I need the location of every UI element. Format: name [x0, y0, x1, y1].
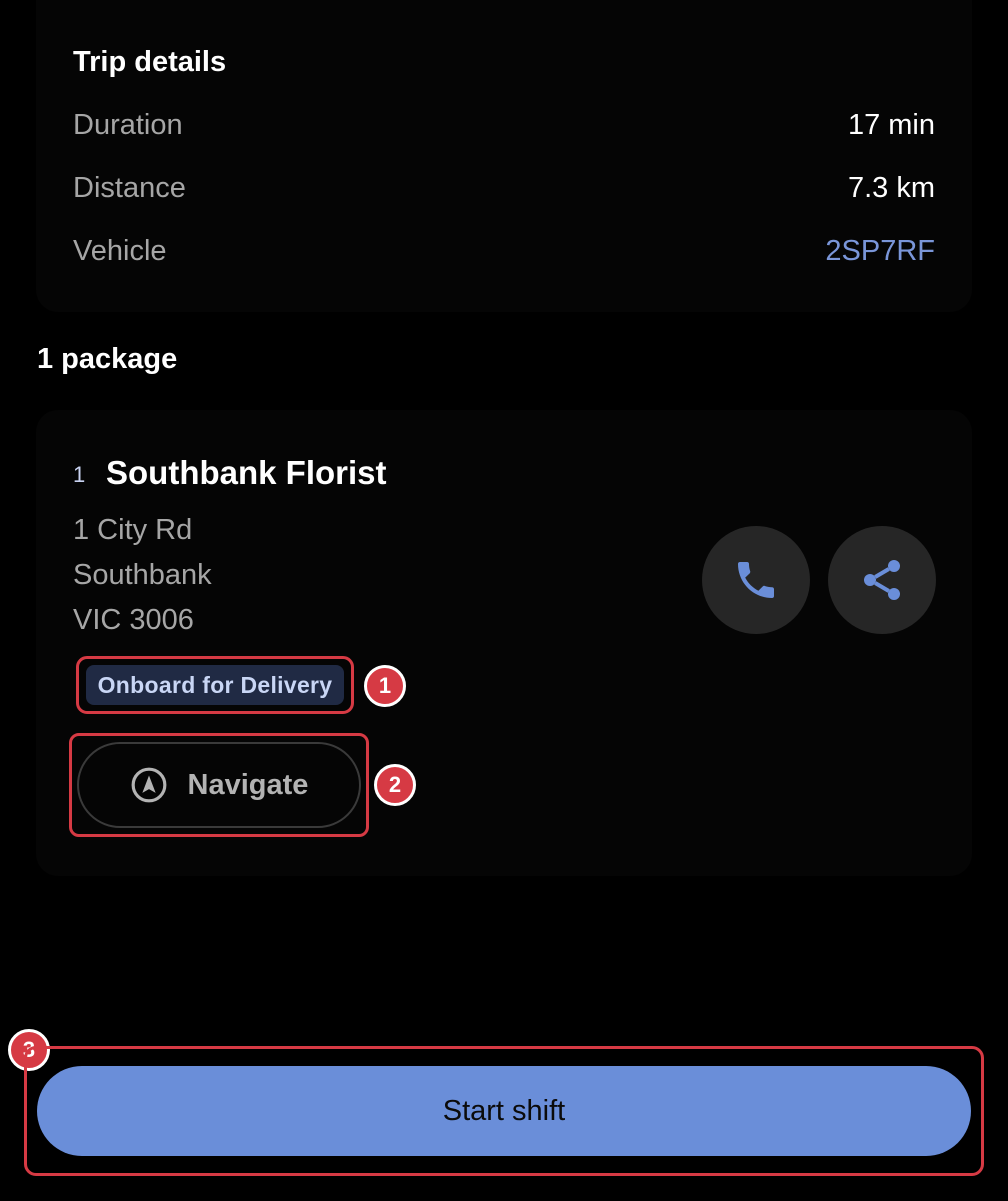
- duration-value: 17 min: [847, 109, 935, 141]
- status-badge: Onboard for Delivery: [86, 665, 344, 705]
- marker-1: 1: [364, 665, 406, 707]
- distance-value: 7.3 km: [847, 172, 935, 204]
- navigate-button[interactable]: Navigate: [77, 742, 361, 828]
- navigation-arrow-icon: [131, 767, 166, 803]
- start-shift-button[interactable]: Start shift: [37, 1066, 971, 1156]
- status-badge-highlight: Onboard for Delivery: [76, 656, 354, 714]
- vehicle-label: Vehicle: [73, 235, 167, 267]
- vehicle-link[interactable]: 2SP7RF: [825, 235, 935, 268]
- package-card: 1 Southbank Florist 1 City Rd Southbank …: [36, 410, 972, 876]
- package-index: 1: [73, 462, 86, 487]
- vehicle-row: Vehicle 2SP7RF: [73, 235, 935, 275]
- marker-2: 2: [374, 764, 416, 806]
- address-line-3: VIC 3006: [73, 604, 194, 636]
- trip-details-title: Trip details: [73, 46, 227, 78]
- call-button[interactable]: [702, 526, 810, 634]
- distance-row: Distance 7.3 km: [73, 172, 935, 212]
- navigate-label: Navigate: [187, 768, 309, 801]
- share-icon: [864, 560, 900, 600]
- duration-label: Duration: [73, 109, 183, 141]
- navigate-highlight: Navigate: [69, 733, 369, 837]
- trip-details-card: Trip details Duration 17 min Distance 7.…: [36, 0, 972, 312]
- distance-label: Distance: [73, 172, 186, 204]
- phone-icon: [738, 562, 774, 598]
- share-button[interactable]: [828, 526, 936, 634]
- package-count-heading: 1 package: [37, 343, 178, 375]
- start-shift-highlight: Start shift: [24, 1046, 984, 1176]
- address-line-2: Southbank: [73, 559, 212, 591]
- duration-row: Duration 17 min: [73, 109, 935, 149]
- address-line-1: 1 City Rd: [73, 514, 193, 546]
- package-name: Southbank Florist: [106, 454, 387, 491]
